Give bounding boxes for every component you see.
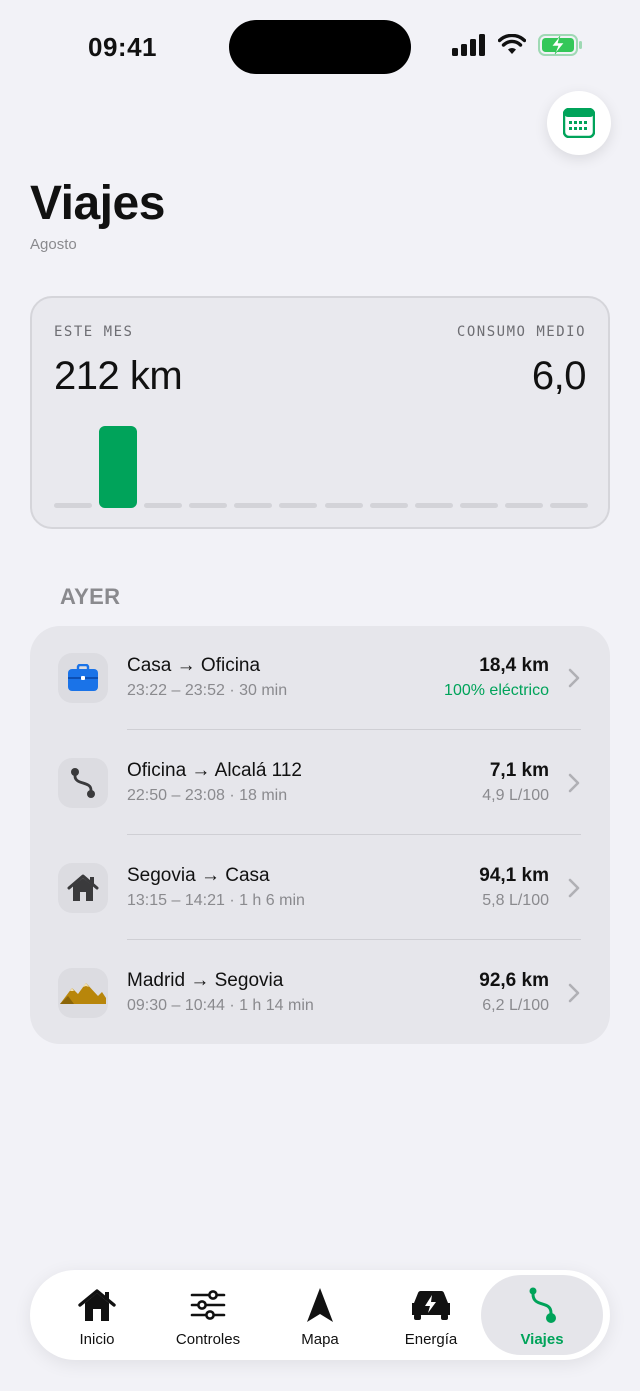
month-bar [549, 422, 588, 510]
trips-screen: 09:41 Viajes Agosto ESTE MES CONSUMO MED… [0, 0, 640, 1391]
trip-distance: 94,1 km [479, 865, 549, 886]
chevron-right-icon [568, 983, 580, 1003]
month-bar [279, 422, 318, 510]
trip-distance: 92,6 km [479, 970, 549, 991]
tab-label: Viajes [520, 1331, 564, 1348]
tab-mapa[interactable]: Mapa [259, 1275, 381, 1355]
status-time: 09:41 [88, 32, 157, 62]
trip-route: Casa → Oficina [127, 655, 261, 676]
chevron-right-icon [568, 773, 580, 793]
trips-list: Casa → Oficina 23:22 – 23:52 · 30 min 18… [30, 626, 610, 1044]
monthly-distance-value: 212 km [54, 354, 183, 398]
house-icon [67, 874, 99, 901]
month-bar [504, 422, 543, 510]
battery-charging-icon [538, 34, 582, 56]
trip-row[interactable]: Oficina → Alcalá 112 22:50 – 23:08 · 18 … [30, 731, 610, 835]
page-subtitle: Agosto [30, 236, 77, 253]
mountains-icon [60, 983, 106, 1004]
route-icon [529, 1287, 556, 1323]
tab-label: Controles [175, 1331, 241, 1348]
average-consumption-label: CONSUMO MEDIO [456, 324, 586, 340]
monthly-bars-chart [54, 418, 588, 510]
month-bar-empty [504, 503, 543, 508]
trip-distance: 7,1 km [489, 760, 549, 781]
trip-row[interactable]: Madrid → Segovia 09:30 – 10:44 · 1 h 14 … [30, 941, 610, 1045]
calendar-icon [563, 108, 595, 138]
trip-times: 22:50 – 23:08 · 18 min [127, 787, 288, 804]
month-bar-empty [324, 503, 363, 508]
tab-inicio[interactable]: Inicio [36, 1275, 158, 1355]
tab-controles[interactable]: Controles [147, 1275, 269, 1355]
trip-times: 23:22 – 23:52 · 30 min [127, 682, 288, 699]
month-bar [144, 422, 183, 510]
trip-route: Segovia → Casa [127, 865, 270, 886]
trip-consumption: 6,2 L/100 [482, 997, 549, 1014]
month-bar-fill [99, 426, 138, 508]
trip-row[interactable]: Casa → Oficina 23:22 – 23:52 · 30 min 18… [30, 626, 610, 730]
cellular-signal-icon [452, 34, 485, 56]
tab-label: Inicio [79, 1331, 115, 1348]
trip-icon-wrapper [58, 863, 108, 913]
trip-times: 09:30 – 10:44 · 1 h 14 min [127, 997, 314, 1014]
briefcase-icon [68, 664, 98, 691]
trip-consumption: 5,8 L/100 [482, 892, 549, 909]
trip-consumption: 4,9 L/100 [482, 787, 549, 804]
tab-bar: Inicio Controles Mapa Energía Viajes [30, 1270, 610, 1360]
monthly-distance-label: ESTE MES [54, 324, 134, 340]
tab-viajes[interactable]: Viajes [481, 1275, 603, 1355]
month-bar [414, 422, 453, 510]
month-bar-empty [189, 503, 228, 508]
trip-times: 13:15 – 14:21 · 1 h 6 min [127, 892, 305, 909]
route-icon [71, 768, 95, 798]
page-title: Viajes [30, 177, 165, 230]
trip-icon-wrapper [58, 653, 108, 703]
tab-label: Energía [404, 1331, 458, 1348]
status-icons [452, 34, 584, 56]
divider [127, 939, 581, 940]
trip-distance: 18,4 km [479, 655, 549, 676]
navigation-arrow-icon [307, 1288, 333, 1322]
month-bar-empty [459, 503, 498, 508]
wifi-icon [498, 34, 526, 54]
month-bar-empty [279, 503, 318, 508]
calendar-button[interactable] [547, 91, 611, 155]
trip-route: Madrid → Segovia [127, 970, 284, 991]
month-bar-empty [369, 503, 408, 508]
tab-label: Mapa [301, 1331, 339, 1348]
trip-icon-wrapper [58, 968, 108, 1018]
month-bar-empty [54, 503, 93, 508]
status-bar: 09:41 [0, 0, 640, 96]
chevron-right-icon [568, 668, 580, 688]
trip-route: Oficina → Alcalá 112 [127, 760, 302, 781]
month-bar-empty [414, 503, 453, 508]
month-bar [459, 422, 498, 510]
monthly-summary-card: ESTE MES CONSUMO MEDIO 212 km 6,0 [30, 296, 610, 529]
month-bar [189, 422, 228, 510]
trip-icon-wrapper [58, 758, 108, 808]
month-bar [369, 422, 408, 510]
month-bar [234, 422, 273, 510]
dynamic-island [229, 20, 411, 74]
car-bolt-icon [412, 1290, 450, 1320]
trip-row[interactable]: Segovia → Casa 13:15 – 14:21 · 1 h 6 min… [30, 836, 610, 940]
house-icon [78, 1289, 116, 1321]
month-bar [54, 422, 93, 510]
month-bar-empty [549, 503, 588, 508]
month-bar [324, 422, 363, 510]
month-bar [99, 422, 138, 510]
trip-consumption: 100% eléctrico [444, 682, 549, 699]
divider [127, 834, 581, 835]
sliders-icon [190, 1290, 226, 1320]
divider [127, 729, 581, 730]
tab-energia[interactable]: Energía [370, 1275, 492, 1355]
month-bar-empty [144, 503, 183, 508]
chevron-right-icon [568, 878, 580, 898]
month-bar-empty [234, 503, 273, 508]
average-consumption-value: 6,0 [531, 354, 587, 398]
section-title: AYER [60, 584, 121, 609]
